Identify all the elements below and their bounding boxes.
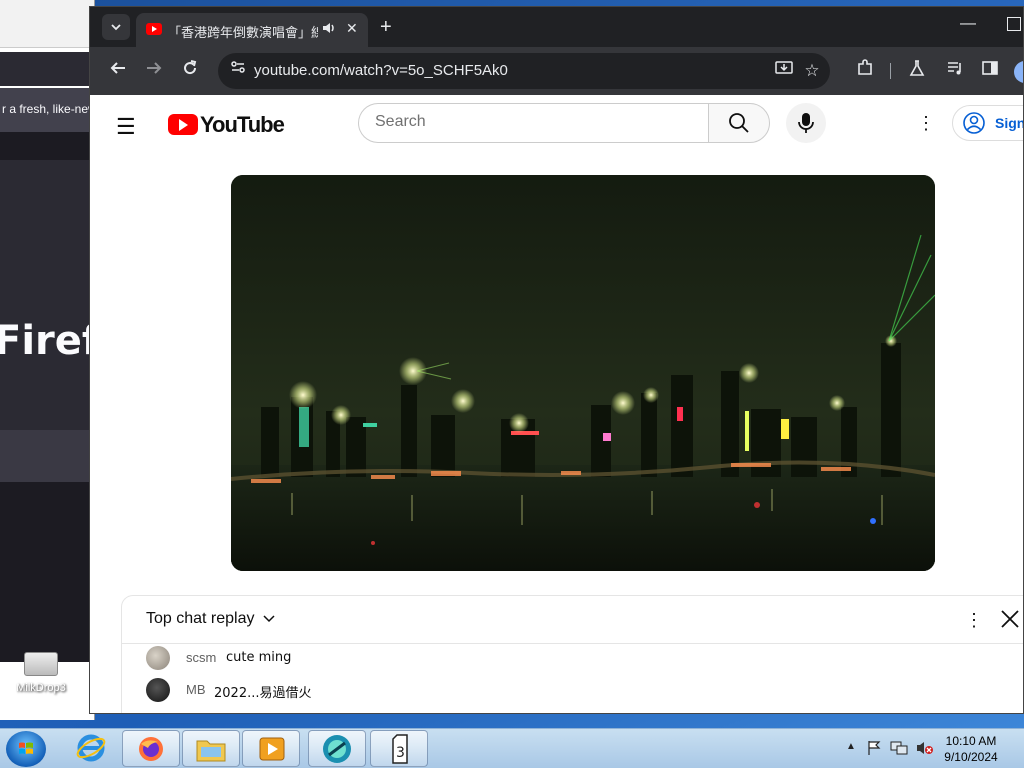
system-clock[interactable]: 10:10 AM 9/10/2024 (940, 733, 1002, 765)
search-input[interactable] (375, 104, 695, 140)
video-player[interactable] (231, 175, 935, 571)
profile-avatar[interactable] (1014, 61, 1023, 83)
firefox-titlebar[interactable] (0, 0, 94, 48)
taskbar-firefox[interactable] (122, 730, 180, 767)
account-circle-icon (963, 112, 985, 134)
sign-in-label: Sign (995, 115, 1024, 131)
youtube-favicon-icon (146, 23, 162, 35)
labs-flask-icon[interactable] (905, 59, 929, 83)
search-box[interactable] (358, 103, 708, 143)
new-tab-button[interactable]: + (380, 17, 392, 37)
side-panel-icon[interactable] (978, 59, 1002, 83)
firefox-tabstrip[interactable] (0, 52, 94, 86)
taskbar: 3 ▲ 10:10 AM 9/10/2024 (0, 728, 1024, 768)
chevron-down-icon (263, 615, 275, 623)
search-icon (729, 113, 749, 133)
media-player-icon (259, 737, 285, 761)
chat-author[interactable]: scsm (186, 650, 216, 665)
taskbar-windows-explorer[interactable] (182, 730, 240, 767)
windows-start-icon (19, 742, 33, 754)
tab-youtube[interactable]: 「香港跨年倒數演唱會」線上 ✕ (136, 13, 368, 47)
network-icon[interactable] (890, 740, 908, 756)
chat-mode-label: Top chat replay (146, 610, 255, 627)
menu-hamburger-icon[interactable]: ☰ (116, 115, 140, 139)
sign-in-button[interactable]: Sign (952, 105, 1024, 141)
chat-message: scsm cute ming (146, 644, 1006, 672)
install-app-icon[interactable] (772, 59, 796, 83)
tab-close-icon[interactable]: ✕ (346, 20, 358, 37)
forward-icon[interactable] (142, 59, 166, 83)
clock-date: 9/10/2024 (944, 750, 998, 764)
toolbar-divider (890, 63, 891, 79)
audio-playing-icon[interactable] (322, 21, 336, 38)
extensions-icon[interactable] (853, 59, 877, 83)
firefox-notice-text: r a fresh, like-new (0, 88, 94, 132)
bookmark-star-icon[interactable]: ☆ (800, 59, 824, 83)
media-control-icon[interactable] (943, 59, 967, 83)
chat-close-icon[interactable] (1000, 604, 1023, 634)
back-icon[interactable] (106, 59, 130, 83)
tab-title: 「香港跨年倒數演唱會」線上 (168, 26, 318, 40)
internet-explorer-icon (76, 734, 106, 762)
firefox-band (0, 430, 94, 482)
tab-bar: 「香港跨年倒數演唱會」線上 ✕ + — (90, 7, 1023, 47)
chevron-down-icon (111, 24, 121, 31)
settings-more-icon[interactable]: ⋮ (916, 113, 936, 133)
address-url[interactable]: youtube.com/watch?v=5o_SCHF5Ak0 (254, 62, 508, 79)
maximize-icon[interactable] (1007, 17, 1021, 31)
taskbar-chrome-app[interactable] (308, 730, 366, 767)
firefox-icon (139, 737, 163, 761)
tab-search-button[interactable] (102, 14, 130, 40)
firefox-hero (0, 160, 94, 430)
taskbar-media-player[interactable] (242, 730, 300, 767)
minimize-icon[interactable]: — (960, 15, 976, 33)
chat-message: MB 2022...易過借火 (146, 676, 1006, 704)
milkdrop-icon: 3 (392, 734, 408, 764)
browser-toolbar: youtube.com/watch?v=5o_SCHF5Ak0 ☆ (90, 47, 1023, 95)
reload-icon[interactable] (178, 59, 202, 83)
chrome-window[interactable]: 「香港跨年倒數演唱會」線上 ✕ + — youtube.com/watch?v=… (89, 6, 1024, 714)
chat-text: cute ming (226, 650, 292, 665)
clock-time: 10:10 AM (945, 734, 997, 748)
live-chat-panel: Top chat replay ⋮ scsm cute ming MB 2022… (121, 595, 1023, 713)
firefox-hero-text: Firefo (0, 318, 94, 364)
youtube-play-logo-icon (168, 114, 198, 135)
desktop-icon-label: MilkDrop3 (16, 682, 66, 694)
address-bar[interactable]: youtube.com/watch?v=5o_SCHF5Ak0 ☆ (218, 53, 830, 89)
avatar[interactable] (146, 646, 170, 670)
video-frame-harbour-night (231, 175, 935, 571)
search-button[interactable] (708, 103, 770, 143)
background-firefox-window[interactable]: r a fresh, like-new Firefo (0, 0, 95, 720)
desktop-icon-milkdrop[interactable]: MilkDrop3 (6, 652, 76, 702)
site-info-icon[interactable] (226, 59, 250, 83)
app-icon (323, 735, 351, 763)
notification-area: ▲ 10:10 AM 9/10/2024 (844, 729, 1024, 768)
action-center-flag-icon[interactable] (866, 740, 882, 756)
avatar[interactable] (146, 678, 170, 702)
start-button[interactable] (6, 731, 46, 767)
chat-mode-dropdown[interactable]: Top chat replay (146, 610, 275, 628)
volume-muted-icon[interactable] (916, 740, 934, 756)
chat-author[interactable]: MB (186, 682, 206, 697)
milkdrop-icon (24, 652, 58, 676)
youtube-logo-text: YouTube (200, 112, 285, 137)
show-hidden-icons-icon[interactable]: ▲ (846, 741, 856, 752)
microphone-icon (798, 113, 814, 133)
svg-text:3: 3 (396, 745, 405, 761)
chat-header: Top chat replay ⋮ (122, 596, 1023, 644)
taskbar-internet-explorer[interactable] (62, 730, 120, 767)
firefox-content-bar (0, 132, 94, 160)
chat-text: 2022...易過借火 (214, 686, 312, 701)
firefox-lower-area (0, 482, 94, 662)
taskbar-milkdrop[interactable]: 3 (370, 730, 428, 767)
folder-icon (196, 740, 226, 762)
youtube-page: ☰ YouTube ⋮ Sign (90, 95, 1024, 713)
chat-more-icon[interactable]: ⋮ (962, 608, 986, 632)
voice-search-button[interactable] (786, 103, 826, 143)
